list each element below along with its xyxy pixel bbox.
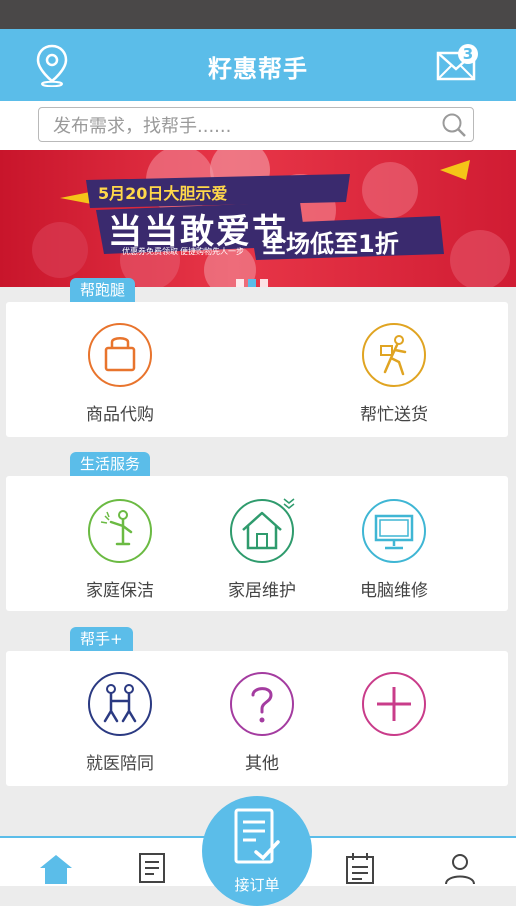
cleaner-icon	[88, 499, 152, 563]
search-box[interactable]	[38, 107, 474, 142]
section-card-life-services: 家庭保洁 家居维护 电脑维修	[6, 476, 508, 611]
chevron-down-icon	[283, 498, 295, 509]
banner-small2: 便捷购物先人一步	[180, 247, 244, 256]
service-item-medical-escort[interactable]: 就医陪同	[50, 671, 190, 774]
promo-banner[interactable]: 5月20日大胆示爱 当当敢爱节 优惠券免费领取 便捷购物先人一步 全场低至1折	[0, 150, 516, 287]
service-item-add[interactable]	[324, 671, 464, 749]
question-icon	[230, 672, 294, 736]
service-label: 商品代购	[86, 405, 154, 425]
orders-icon[interactable]	[136, 852, 172, 884]
calendar-icon[interactable]	[342, 852, 378, 884]
section-tag-errands: 帮跑腿	[70, 278, 136, 302]
service-label: 其他	[245, 754, 279, 774]
mail-badge: 3	[458, 44, 478, 64]
section-card-helper-plus: 就医陪同 其他	[6, 651, 508, 786]
home-icon[interactable]	[38, 852, 74, 884]
service-label: 就医陪同	[86, 754, 154, 774]
service-item-delivery[interactable]: 帮忙送货	[324, 322, 464, 425]
accept-order-label: 接订单	[234, 876, 280, 894]
status-bar	[0, 0, 516, 29]
search-bar	[0, 101, 516, 150]
delivery-person-icon	[362, 323, 426, 387]
monitor-icon	[362, 499, 426, 563]
service-label: 家居维护	[228, 581, 296, 601]
section-tag-life-services: 生活服务	[70, 452, 151, 476]
search-icon[interactable]	[441, 112, 467, 138]
carousel-dots	[236, 272, 272, 287]
service-label: 帮忙送货	[360, 405, 428, 425]
plus-icon	[362, 672, 426, 736]
search-input[interactable]	[51, 112, 435, 140]
profile-icon[interactable]	[442, 852, 478, 884]
shopping-bag-icon	[88, 323, 152, 387]
service-item-home-maintenance[interactable]: 家居维护	[192, 498, 332, 601]
banner-line1: 5月20日大胆示爱	[98, 184, 228, 203]
clipboard-check-icon	[234, 808, 280, 864]
banner-small1: 优惠券免费领取	[122, 247, 178, 256]
service-label: 家庭保洁	[86, 581, 154, 601]
service-item-shopping[interactable]: 商品代购	[50, 322, 190, 425]
banner-line3: 全场低至1折	[262, 230, 399, 258]
service-item-computer-repair[interactable]: 电脑维修	[324, 498, 464, 601]
section-card-errands: 商品代购 帮忙送货	[6, 302, 508, 437]
carousel-dot[interactable]	[236, 279, 244, 287]
carousel-dot-active[interactable]	[248, 279, 256, 287]
service-item-cleaning[interactable]: 家庭保洁	[50, 498, 190, 601]
service-label: 电脑维修	[360, 581, 428, 601]
section-tag-helper-plus: 帮手+	[70, 627, 133, 651]
service-item-other[interactable]: 其他	[192, 671, 332, 774]
carousel-dot[interactable]	[260, 279, 268, 287]
app-header: 籽惠帮手 3	[0, 29, 516, 101]
medical-escort-icon	[88, 672, 152, 736]
accept-order-button[interactable]: 接订单	[202, 796, 312, 906]
